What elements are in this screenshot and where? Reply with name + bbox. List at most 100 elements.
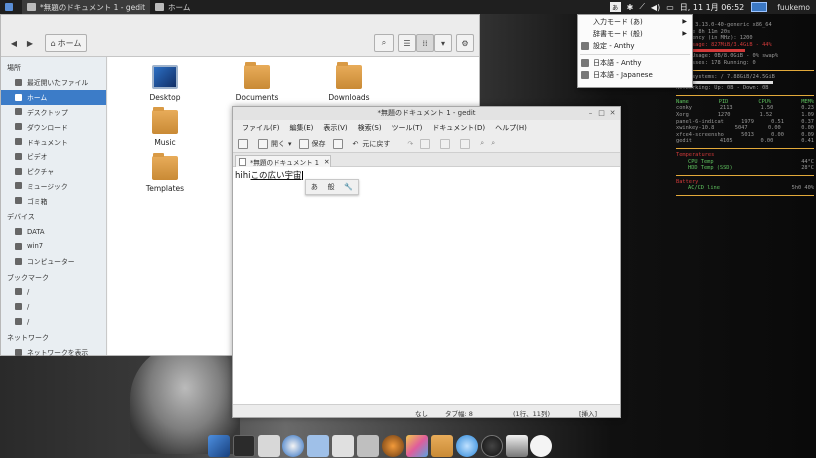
- document-tab[interactable]: *無題のドキュメント 1 ✕: [235, 155, 331, 167]
- save-button[interactable]: 保存: [298, 138, 326, 150]
- ime-dict-label[interactable]: 般: [328, 182, 335, 192]
- ime-mode-label[interactable]: あ: [311, 182, 318, 192]
- folder-icon[interactable]: [431, 435, 454, 457]
- tab-width-selector[interactable]: タブ幅: 8: [445, 408, 473, 418]
- file-item-documents[interactable]: Documents: [222, 62, 292, 102]
- sidebar-item-bookmark[interactable]: /: [1, 299, 106, 314]
- volume-icon[interactable]: ◀): [648, 3, 663, 12]
- monitor-icon[interactable]: [307, 435, 330, 457]
- list-view-button[interactable]: ☰: [398, 34, 416, 52]
- disc-icon[interactable]: [480, 435, 503, 457]
- language-selector[interactable]: なし: [415, 408, 428, 418]
- find-button[interactable]: ⌕: [480, 138, 484, 150]
- drive-icon: [15, 228, 22, 236]
- browser-icon[interactable]: [282, 435, 305, 457]
- menu-file[interactable]: ファイル(F): [237, 123, 285, 133]
- location-home-button[interactable]: ⌂ ホーム: [45, 34, 87, 52]
- ime-candidate-popup: あ 般 🔧: [305, 179, 359, 195]
- text-editor-area[interactable]: hihiこの広い宇宙 あ 般 🔧: [233, 167, 620, 404]
- menu-item-dictionary-mode[interactable]: 辞書モード (般) ▶: [578, 28, 692, 40]
- maximize-icon[interactable]: □: [598, 110, 605, 117]
- search-button[interactable]: ⌕: [374, 34, 394, 52]
- menu-item-label: 日本語 - Japanese: [593, 71, 653, 79]
- desktop-icon[interactable]: [208, 435, 230, 457]
- menu-item-input-mode[interactable]: 入力モード (あ) ▶: [578, 16, 692, 28]
- sidebar-item-computer[interactable]: コンピューター: [1, 254, 106, 269]
- print-button[interactable]: [332, 138, 346, 150]
- menu-item-japanese-layout[interactable]: 日本語 - Japanese: [578, 69, 692, 81]
- sidebar-item-browse-network[interactable]: ネットワークを表示: [1, 345, 106, 360]
- menu-item-anthy-settings[interactable]: 設定 - Anthy: [578, 40, 692, 52]
- network-icon[interactable]: ⟋: [636, 2, 648, 12]
- sidebar-item-home[interactable]: ホーム: [1, 89, 106, 105]
- search-app-icon[interactable]: [356, 435, 379, 457]
- undo-button[interactable]: ↶ 元に戻す: [353, 138, 391, 150]
- network-icon: [15, 348, 22, 356]
- paste-button[interactable]: [460, 138, 473, 150]
- sidebar-item-win7[interactable]: win7: [1, 239, 106, 254]
- bluetooth-icon[interactable]: ✱: [624, 3, 637, 12]
- new-button[interactable]: [238, 138, 251, 150]
- sidebar-item-bookmark[interactable]: /: [1, 285, 106, 300]
- back-button[interactable]: ◀: [7, 34, 21, 52]
- sidebar-item-music[interactable]: ミュージック: [1, 179, 106, 194]
- battery-icon[interactable]: ▭: [663, 3, 677, 12]
- sidebar-item-pictures[interactable]: ピクチャ: [1, 164, 106, 179]
- minimize-icon[interactable]: –: [587, 110, 594, 117]
- task-file-manager[interactable]: ホーム: [150, 0, 195, 14]
- task-file-manager-label: ホーム: [168, 2, 191, 12]
- cut-button[interactable]: [420, 138, 433, 150]
- swirl-app-icon[interactable]: [455, 435, 478, 457]
- settings-app-icon[interactable]: [331, 435, 354, 457]
- file-item-desktop[interactable]: Desktop: [130, 65, 200, 102]
- file-item-downloads[interactable]: Downloads: [314, 62, 384, 102]
- user-name[interactable]: fuukemo: [771, 3, 816, 12]
- file-item-music[interactable]: Music: [130, 107, 200, 147]
- clock[interactable]: 日, 11 1月 06:52: [677, 2, 748, 13]
- media-player-icon[interactable]: [381, 435, 404, 457]
- terminal-icon[interactable]: [232, 435, 255, 457]
- menu-button[interactable]: [0, 0, 22, 14]
- task-gedit[interactable]: *無題のドキュメント 1 - gedit: [22, 0, 151, 14]
- copy-button[interactable]: [440, 138, 453, 150]
- sidebar-item-trash[interactable]: ゴミ箱: [1, 193, 106, 208]
- sidebar-item-documents[interactable]: ドキュメント: [1, 134, 106, 149]
- menu-documents[interactable]: ドキュメント(D): [427, 123, 490, 133]
- redo-button[interactable]: ↷: [407, 138, 413, 150]
- sidebar-item-recent[interactable]: 最近開いたファイル: [1, 75, 106, 90]
- proc-mem: 0.23: [801, 105, 814, 112]
- col-name: Name: [676, 98, 689, 105]
- menu-edit[interactable]: 編集(E): [285, 123, 319, 133]
- sidebar-item-data[interactable]: DATA: [1, 224, 106, 239]
- open-button[interactable]: 開く ▾: [258, 138, 292, 150]
- gedit-titlebar[interactable]: *無題のドキュメント 1 - gedit – □ ✕: [233, 107, 620, 120]
- workspace-switcher[interactable]: [751, 2, 768, 12]
- ime-indicator-icon[interactable]: あ: [609, 2, 621, 12]
- sidebar-item-videos[interactable]: ビデオ: [1, 149, 106, 164]
- replace-button[interactable]: ⌕: [491, 138, 495, 150]
- menu-tools[interactable]: ツール(T): [387, 123, 428, 133]
- tab-close-icon[interactable]: ✕: [324, 158, 330, 166]
- settings-button[interactable]: ⚙: [456, 34, 474, 52]
- keyboard-icon: [581, 59, 589, 67]
- ime-tool-icon[interactable]: 🔧: [344, 183, 353, 191]
- grid-view-button[interactable]: ⁞⁞: [416, 34, 434, 52]
- trash-icon[interactable]: [505, 435, 528, 457]
- sidebar-item-bookmark[interactable]: /: [1, 314, 106, 329]
- image-viewer-icon[interactable]: [406, 435, 429, 457]
- files-icon[interactable]: [257, 435, 280, 457]
- menu-help[interactable]: ヘルプ(H): [490, 123, 532, 133]
- sidebar-item-label: ネットワークを表示: [27, 349, 89, 358]
- power-icon[interactable]: [530, 435, 553, 457]
- file-item-templates[interactable]: Templates: [130, 153, 200, 193]
- sidebar-item-desktop[interactable]: デスクトップ: [1, 105, 106, 120]
- close-icon[interactable]: ✕: [609, 110, 616, 117]
- proc-name: conky: [676, 105, 692, 112]
- forward-button[interactable]: ▶: [23, 34, 37, 52]
- menu-search[interactable]: 検索(S): [353, 123, 387, 133]
- copy-icon: [440, 138, 451, 149]
- menu-item-japanese-anthy[interactable]: 日本語 - Anthy: [578, 57, 692, 69]
- sort-button[interactable]: ▾: [434, 34, 452, 52]
- menu-view[interactable]: 表示(V): [318, 123, 352, 133]
- sidebar-item-downloads[interactable]: ダウンロード: [1, 119, 106, 134]
